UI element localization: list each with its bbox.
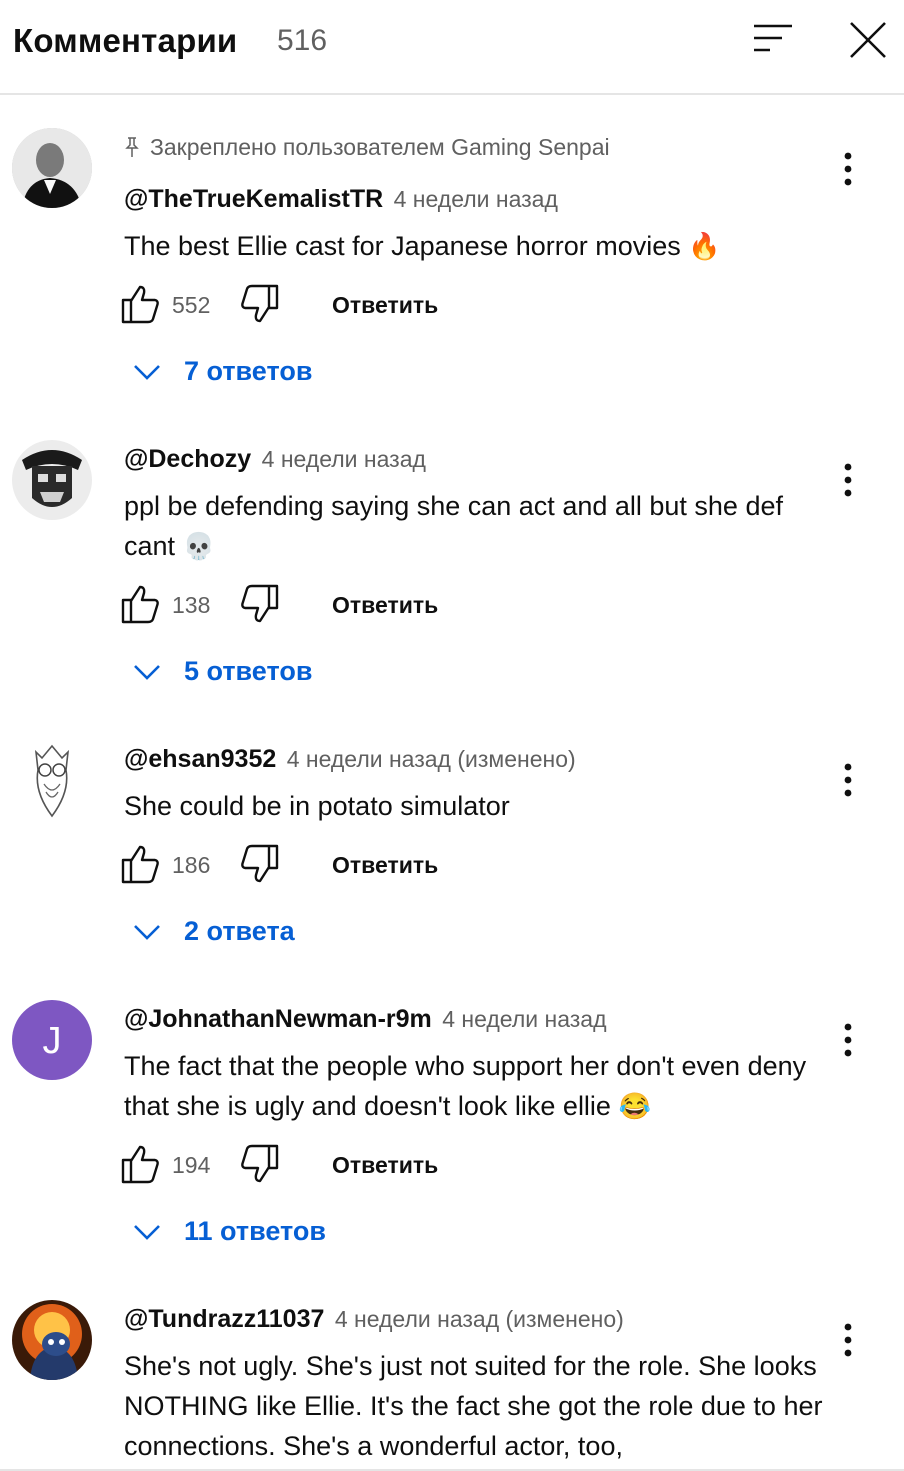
- avatar-letter: J: [43, 1020, 62, 1062]
- chevron-down-icon: [134, 365, 160, 380]
- comment-author[interactable]: @Tundrazz11037: [124, 1305, 324, 1333]
- comment-menu-button[interactable]: [834, 1319, 862, 1363]
- like-count: 194: [172, 1152, 211, 1178]
- comment-menu-button[interactable]: [834, 148, 862, 192]
- fire-emoji: 🔥: [688, 231, 721, 261]
- thumb-down-icon: [241, 584, 279, 623]
- reply-button[interactable]: Ответить: [332, 1152, 438, 1179]
- comments-count: 516: [277, 24, 328, 57]
- like-button[interactable]: [120, 284, 160, 324]
- chevron-down-icon: [134, 925, 160, 940]
- more-vert-icon: [844, 1023, 852, 1057]
- comment-time[interactable]: 4 недели назад (изменено): [287, 746, 576, 772]
- comment-text: ppl be defending saying she can act and …: [124, 486, 824, 566]
- close-button[interactable]: [846, 18, 890, 62]
- dislike-button[interactable]: [240, 284, 280, 324]
- like-count: 138: [172, 592, 211, 618]
- comment-body: ppl be defending saying she can act and …: [124, 491, 783, 561]
- skull-emoji: 💀: [182, 531, 215, 561]
- comment-body: The best Ellie cast for Japanese horror …: [124, 231, 681, 261]
- comment-menu-button[interactable]: [834, 1019, 862, 1063]
- comments-header: Комментарии 516: [0, 0, 904, 95]
- reply-button[interactable]: Ответить: [332, 592, 438, 619]
- more-vert-icon: [844, 1323, 852, 1357]
- dislike-button[interactable]: [240, 844, 280, 884]
- pin-icon: [124, 136, 140, 158]
- replies-label: 2 ответа: [184, 916, 295, 946]
- dislike-button[interactable]: [240, 584, 280, 624]
- comment-text: She could be in potato simulator: [124, 786, 824, 826]
- comment-author[interactable]: @TheTrueKemalistTR: [124, 185, 383, 213]
- comment-author[interactable]: @Dechozy: [124, 445, 251, 473]
- thumb-down-icon: [241, 844, 279, 883]
- comment-meta: @JohnathanNewman-r9m 4 недели назад: [124, 1005, 607, 1034]
- comment-menu-button[interactable]: [834, 759, 862, 803]
- close-icon: [850, 22, 886, 58]
- thumb-down-icon: [241, 284, 279, 323]
- comment-author[interactable]: @JohnathanNewman-r9m: [124, 1005, 432, 1033]
- chevron-down-icon: [134, 1225, 160, 1240]
- laughing-emoji: 😂: [618, 1091, 651, 1121]
- chevron-down-icon: [134, 665, 160, 680]
- avatar[interactable]: [12, 440, 92, 520]
- comment-author[interactable]: @ehsan9352: [124, 745, 276, 773]
- comment-time[interactable]: 4 недели назад: [442, 1006, 606, 1032]
- thumb-up-icon: [121, 845, 159, 884]
- reply-button[interactable]: Ответить: [332, 852, 438, 879]
- more-vert-icon: [844, 763, 852, 797]
- dislike-button[interactable]: [240, 1144, 280, 1184]
- avatar[interactable]: J: [12, 1000, 92, 1080]
- comment-body: She's not ugly. She's just not suited fo…: [124, 1351, 823, 1461]
- comment-meta: @Dechozy 4 недели назад: [124, 445, 426, 474]
- replies-label: 11 ответов: [184, 1216, 326, 1246]
- comment-menu-button[interactable]: [834, 459, 862, 503]
- like-button[interactable]: [120, 1144, 160, 1184]
- thumb-down-icon: [241, 1144, 279, 1183]
- avatar[interactable]: [12, 740, 92, 820]
- thumb-up-icon: [121, 285, 159, 324]
- pinned-label: Закреплено пользователем Gaming Senpai: [124, 134, 610, 161]
- comment-text: The best Ellie cast for Japanese horror …: [124, 226, 824, 266]
- comment-body: The fact that the people who support her…: [124, 1051, 807, 1121]
- more-vert-icon: [844, 463, 852, 497]
- thumb-up-icon: [121, 1145, 159, 1184]
- replies-label: 7 ответов: [184, 356, 313, 386]
- avatar[interactable]: [12, 1300, 92, 1380]
- comments-title: Комментарии: [13, 22, 238, 59]
- comment-time[interactable]: 4 недели назад: [262, 446, 426, 472]
- replies-label: 5 ответов: [184, 656, 313, 686]
- comment-meta: @Tundrazz11037 4 недели назад (изменено): [124, 1305, 624, 1334]
- like-button[interactable]: [120, 584, 160, 624]
- like-count: 186: [172, 852, 211, 878]
- comment-text: The fact that the people who support her…: [124, 1046, 824, 1126]
- pinned-text: Закреплено пользователем Gaming Senpai: [150, 134, 610, 160]
- sort-icon: [754, 24, 792, 52]
- comment-meta: @TheTrueKemalistTR 4 недели назад: [124, 185, 558, 214]
- comment-time[interactable]: 4 недели назад: [394, 186, 558, 212]
- comment-time[interactable]: 4 недели назад (изменено): [335, 1306, 624, 1332]
- avatar[interactable]: [12, 128, 92, 208]
- thumb-up-icon: [121, 585, 159, 624]
- comment-meta: @ehsan9352 4 недели назад (изменено): [124, 745, 576, 774]
- more-vert-icon: [844, 152, 852, 186]
- comment-body: She could be in potato simulator: [124, 791, 510, 821]
- like-button[interactable]: [120, 844, 160, 884]
- reply-button[interactable]: Ответить: [332, 292, 438, 319]
- comment-text: She's not ugly. She's just not suited fo…: [124, 1346, 824, 1466]
- like-count: 552: [172, 292, 211, 318]
- sort-button[interactable]: [750, 20, 796, 60]
